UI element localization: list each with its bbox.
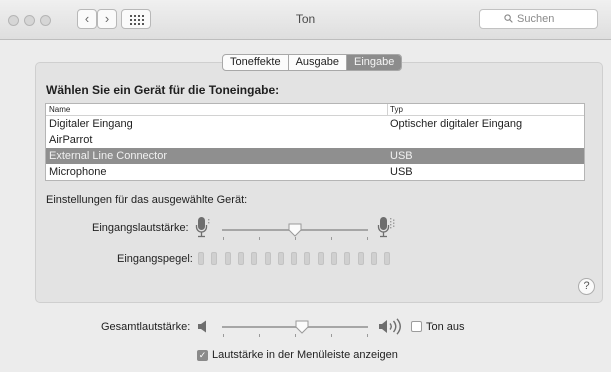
- input-volume-label: Eingangslautstärke:: [92, 222, 189, 234]
- device-name: Digitaler Eingang: [49, 118, 133, 130]
- table-row[interactable]: AirParrot: [46, 132, 584, 148]
- slider-tick: [367, 237, 368, 240]
- level-bar: [237, 252, 244, 265]
- level-bar: [224, 252, 231, 265]
- slider-tick: [331, 334, 332, 337]
- output-volume-knob[interactable]: [295, 320, 309, 334]
- level-bar: [251, 252, 258, 265]
- checkmark-icon: ✓: [198, 350, 207, 360]
- device-type: USB: [390, 166, 413, 178]
- table-row[interactable]: Microphone USB: [46, 164, 584, 180]
- slider-tick: [223, 237, 224, 240]
- level-bar: [331, 252, 337, 265]
- search-placeholder: Suchen: [517, 13, 555, 25]
- slider-tick: [295, 237, 296, 240]
- settings-label: Einstellungen für das ausgewählte Gerät:: [46, 194, 248, 206]
- tab-toneffekte[interactable]: Toneffekte: [223, 55, 289, 70]
- search-icon: [504, 14, 513, 23]
- slider-tick: [367, 334, 368, 337]
- content-panel: [35, 62, 603, 303]
- level-bar: [384, 252, 391, 265]
- show-in-menubar-label[interactable]: Lautstärke in der Menüleiste anzeigen: [212, 349, 398, 361]
- column-separator: [387, 104, 388, 116]
- level-bar: [211, 252, 218, 265]
- input-volume-knob[interactable]: [288, 223, 302, 237]
- level-bar: [198, 252, 204, 265]
- device-type: USB: [390, 150, 413, 162]
- column-header-name[interactable]: Name: [49, 104, 70, 115]
- output-volume-label: Gesamtlautstärke:: [101, 321, 191, 333]
- sound-preferences-window: ‹ › Ton Suchen Toneffekte Ausgabe Eingab…: [0, 0, 611, 372]
- column-header-type[interactable]: Typ: [390, 104, 403, 115]
- device-type: Optischer digitaler Eingang: [390, 118, 523, 130]
- level-bar: [317, 252, 324, 265]
- mute-label[interactable]: Ton aus: [426, 321, 465, 333]
- device-name: External Line Connector: [49, 150, 168, 162]
- level-bar: [277, 252, 284, 265]
- slider-tick: [223, 334, 224, 337]
- tab-ausgabe[interactable]: Ausgabe: [289, 55, 347, 70]
- mute-checkbox[interactable]: [411, 321, 422, 332]
- show-in-menubar-checkbox[interactable]: ✓: [197, 350, 208, 361]
- device-name: Microphone: [49, 166, 107, 178]
- speaker-high-icon: [379, 318, 401, 335]
- level-bar: [344, 252, 351, 265]
- device-heading: Wählen Sie ein Gerät für die Toneingabe:: [46, 83, 280, 97]
- table-header: Name Typ: [46, 104, 584, 116]
- device-table[interactable]: Name Typ Digitaler Eingang Optischer dig…: [45, 103, 585, 181]
- tab-eingabe[interactable]: Eingabe: [347, 55, 402, 70]
- table-row[interactable]: Digitaler Eingang Optischer digitaler Ei…: [46, 116, 584, 132]
- tab-bar: Toneffekte Ausgabe Eingabe: [222, 54, 403, 71]
- level-bar: [370, 252, 377, 265]
- level-bar: [357, 252, 364, 265]
- search-field[interactable]: Suchen: [479, 9, 598, 29]
- microphone-high-icon: [377, 217, 395, 238]
- device-name: AirParrot: [49, 134, 93, 146]
- slider-tick: [259, 334, 260, 337]
- microphone-low-icon: [195, 217, 210, 238]
- level-bar: [304, 252, 311, 265]
- level-bar: [291, 252, 298, 265]
- table-row-selected[interactable]: External Line Connector USB: [46, 148, 584, 164]
- speaker-low-icon: [198, 320, 206, 333]
- level-bar: [264, 252, 271, 265]
- help-button[interactable]: ?: [578, 278, 595, 295]
- slider-tick: [295, 334, 296, 337]
- slider-tick: [331, 237, 332, 240]
- slider-tick: [259, 237, 260, 240]
- title-bar: ‹ › Ton Suchen: [0, 0, 611, 40]
- input-level-label: Eingangspegel:: [117, 253, 193, 265]
